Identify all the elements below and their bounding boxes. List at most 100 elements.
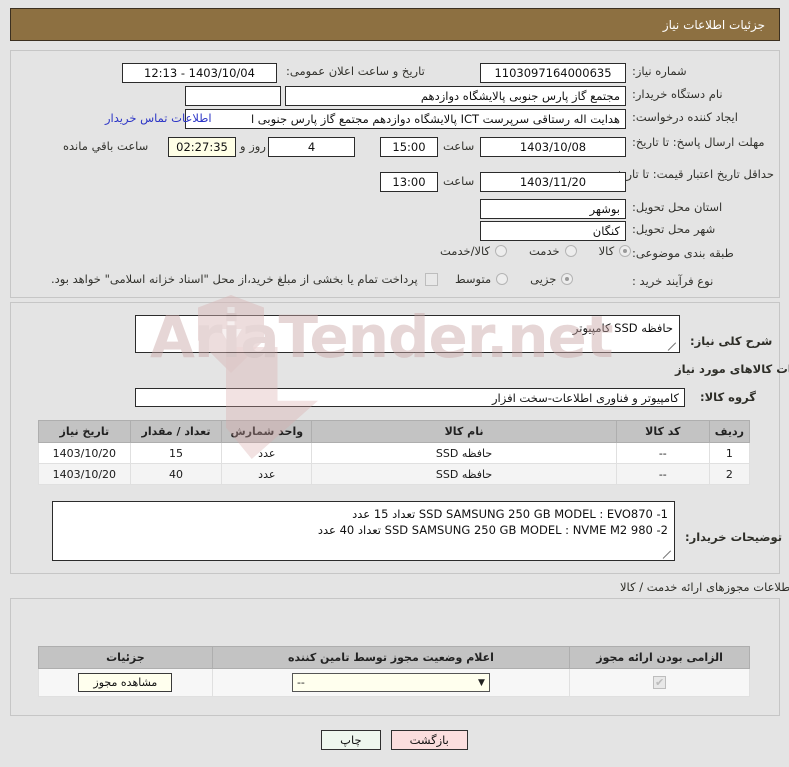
province-label-wrap: استان محل تحویل:: [632, 200, 722, 214]
price-validity-label-wrap: حداقل تاریخ اعتبار قیمت: تا تاریخ:: [611, 167, 774, 181]
need-number-field[interactable]: 1103097164000635: [480, 63, 626, 83]
creator-label: ایجاد کننده درخواست:: [632, 110, 738, 124]
col-code: کد کالا: [615, 420, 710, 443]
cell-code: --: [615, 442, 710, 464]
deadline-label: مهلت ارسال پاسخ: تا تاریخ:: [632, 135, 765, 149]
page-root: AriaTender.net جزئیات اطلاعات نیاز شماره…: [0, 0, 789, 767]
resize-grip-icon[interactable]: [668, 342, 677, 351]
footer-buttons: بازگشت چاپ: [0, 730, 789, 750]
treasury-checkbox-label: پرداخت تمام یا بخشی از مبلغ خرید،از محل …: [51, 272, 418, 286]
radio-icon[interactable]: [619, 245, 632, 257]
page-title: جزئیات اطلاعات نیاز: [662, 17, 765, 32]
price-validity-label: حداقل تاریخ اعتبار قیمت: تا تاریخ:: [611, 167, 774, 181]
table-row[interactable]: 1 -- حافظه SSD عدد 15 1403/10/20: [38, 442, 751, 464]
cell-status[interactable]: ▼ --: [211, 668, 571, 697]
category-radio-kala[interactable]: کالا: [599, 244, 632, 258]
price-validity-date-field[interactable]: 1403/11/20: [480, 172, 626, 192]
remaining-days-label: روز و: [240, 139, 266, 153]
col-row: ردیف: [708, 420, 751, 443]
creator-field[interactable]: هدایت اله رستاقی سرپرست ICT پالایشگاه دو…: [185, 109, 626, 129]
buyer-notes-line-1: 1- SSD SAMSUNG 250 GB MODEL : EVO870 تعد…: [352, 507, 668, 521]
city-field[interactable]: کنگان: [480, 221, 626, 241]
permit-status-select[interactable]: ▼ --: [291, 673, 490, 692]
radio-icon[interactable]: [561, 273, 574, 285]
deadline-label-wrap: مهلت ارسال پاسخ: تا تاریخ:: [632, 136, 772, 149]
col-name: نام کالا: [311, 420, 617, 443]
cell-qty: 40: [129, 463, 223, 485]
summary-textarea[interactable]: حافظه SSD کامپیوتر: [135, 315, 680, 353]
announce-datetime-field[interactable]: 1403/10/04 - 12:13: [122, 63, 277, 83]
purchase-type-radio-group: جزیی متوسط: [455, 272, 574, 286]
category-radio-kala-khedmat[interactable]: کالا/خدمت: [440, 244, 508, 258]
cell-row: 1: [708, 442, 751, 464]
cell-row: 2: [708, 463, 751, 485]
purchase-type-label-wrap: نوع فرآیند خرید :: [632, 274, 713, 288]
col-qty: تعداد / مقدار: [129, 420, 223, 443]
cell-name: حافظه SSD: [311, 463, 617, 485]
summary-text: حافظه SSD کامپیوتر: [572, 321, 673, 335]
city-label-wrap: شهر محل تحویل:: [632, 222, 715, 236]
city-label: شهر محل تحویل:: [632, 222, 716, 236]
goods-group-field[interactable]: کامپیوتر و فناوری اطلاعات-سخت افزار: [135, 388, 685, 407]
table-row[interactable]: 2 -- حافظه SSD عدد 40 1403/10/20: [38, 463, 751, 485]
cell-code: --: [615, 463, 710, 485]
cell-unit: عدد: [221, 442, 313, 464]
countdown-label: ساعت باقي مانده: [63, 139, 149, 153]
goods-section-heading: اطلاعات کالاهای مورد نیاز: [675, 362, 789, 376]
view-permit-button[interactable]: مشاهده مجوز: [78, 673, 173, 692]
purchase-type-option-label: جزیی: [530, 272, 557, 286]
buyer-org-label-wrap: نام دستگاه خریدار:: [632, 87, 723, 101]
table-row[interactable]: ▼ -- مشاهده مجوز: [38, 668, 750, 697]
category-radio-khedmat[interactable]: خدمت: [529, 244, 577, 258]
need-number-label: شماره نیاز:: [632, 64, 687, 78]
cell-unit: عدد: [221, 463, 313, 485]
buyer-org-field[interactable]: مجتمع گاز پارس جنوبی پالایشگاه دوازدهم: [285, 86, 626, 106]
col-date: تاریخ نیاز: [38, 420, 131, 443]
cell-details[interactable]: مشاهده مجوز: [38, 668, 213, 697]
category-radio-group: کالا خدمت کالا/خدمت: [440, 244, 632, 258]
buyer-notes-textarea[interactable]: 1- SSD SAMSUNG 250 GB MODEL : EVO870 تعد…: [52, 501, 675, 561]
deadline-hour-label: ساعت: [443, 139, 475, 153]
purchase-type-label: نوع فرآیند خرید :: [632, 274, 714, 288]
permit-table-header-row: الزامی بودن ارائه مجوز اعلام وضعیت مجوز …: [38, 646, 750, 669]
radio-icon[interactable]: [496, 273, 509, 285]
summary-label: شرح کلی نیاز:: [690, 334, 773, 348]
cell-qty: 15: [129, 442, 223, 464]
category-option-label: کالا/خدمت: [440, 244, 491, 258]
permit-required-checkbox-icon: [653, 676, 667, 690]
col-unit: واحد شمارش: [221, 420, 313, 443]
remaining-days-field[interactable]: 4: [268, 137, 355, 157]
cell-date: 1403/10/20: [38, 463, 131, 485]
cell-required: [569, 668, 750, 697]
category-option-label: خدمت: [529, 244, 560, 258]
radio-icon[interactable]: [564, 245, 577, 257]
category-label-wrap: طبقه بندی موضوعی:: [632, 246, 734, 260]
chevron-down-icon[interactable]: ▼: [478, 678, 485, 688]
price-validity-hour-label: ساعت: [443, 174, 475, 188]
purchase-type-radio-jozii[interactable]: جزیی: [530, 272, 574, 286]
back-button[interactable]: بازگشت: [390, 730, 468, 750]
radio-icon[interactable]: [495, 245, 508, 257]
purchase-type-radio-motavaset[interactable]: متوسط: [455, 272, 509, 286]
permit-status-value: --: [296, 676, 305, 689]
buyer-org-field-extra[interactable]: [185, 86, 281, 106]
need-number-label-wrap: شماره نیاز:: [632, 64, 687, 78]
province-label: استان محل تحویل:: [632, 200, 723, 214]
checkbox-icon[interactable]: [424, 272, 438, 286]
buyer-org-label: نام دستگاه خریدار:: [632, 87, 723, 101]
price-validity-time-field[interactable]: 13:00: [380, 172, 438, 192]
category-label: طبقه بندی موضوعی:: [632, 246, 734, 260]
countdown-field: 02:27:35: [168, 137, 236, 157]
province-field[interactable]: بوشهر: [480, 199, 626, 219]
print-button[interactable]: چاپ: [321, 730, 381, 750]
purchase-type-option-label: متوسط: [455, 272, 492, 286]
deadline-time-field[interactable]: 15:00: [380, 137, 438, 157]
creator-label-wrap: ایجاد کننده درخواست:: [632, 110, 738, 124]
resize-grip-icon[interactable]: [663, 550, 672, 559]
window-title-bar: جزئیات اطلاعات نیاز: [10, 8, 780, 41]
deadline-date-field[interactable]: 1403/10/08: [480, 137, 626, 157]
buyer-contact-link[interactable]: اطلاعات تماس خریدار: [105, 111, 212, 125]
treasury-checkbox-group[interactable]: پرداخت تمام یا بخشی از مبلغ خرید،از محل …: [51, 272, 438, 286]
category-option-label: کالا: [598, 244, 615, 258]
col-status: اعلام وضعیت مجوز توسط تامین کننده: [211, 646, 571, 669]
